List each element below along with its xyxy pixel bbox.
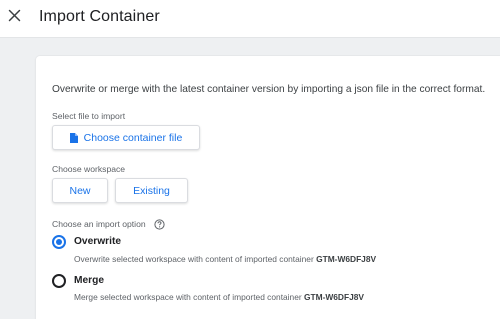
left-rail — [0, 39, 36, 319]
overwrite-option-title: Overwrite — [74, 236, 121, 247]
import-card: Overwrite or merge with the latest conta… — [36, 56, 500, 319]
header-bar: Import Container — [0, 0, 500, 38]
file-icon — [69, 132, 78, 143]
import-description: Overwrite or merge with the latest conta… — [52, 84, 486, 95]
import-option-label: Choose an import option — [52, 219, 146, 229]
merge-description-text: Merge selected workspace with content of… — [74, 292, 302, 302]
select-file-label: Select file to import — [52, 111, 126, 121]
existing-workspace-button[interactable]: Existing — [115, 178, 188, 203]
merge-container-id: GTM-W6DFJ8V — [303, 292, 364, 302]
choose-container-file-label: Choose container file — [83, 131, 183, 144]
close-icon[interactable] — [5, 6, 25, 26]
choose-container-file-button[interactable]: Choose container file — [52, 125, 200, 150]
merge-option-description: Merge selected workspace with content of… — [74, 292, 364, 302]
overwrite-container-id: GTM-W6DFJ8V — [316, 254, 377, 264]
help-circle-icon[interactable] — [154, 219, 165, 230]
overwrite-option-description: Overwrite selected workspace with conten… — [74, 254, 376, 264]
new-workspace-button[interactable]: New — [52, 178, 108, 203]
overwrite-radio[interactable] — [52, 235, 66, 249]
overwrite-description-text: Overwrite selected workspace with conten… — [74, 254, 314, 264]
merge-option-title: Merge — [74, 275, 105, 286]
merge-radio[interactable] — [52, 274, 66, 288]
page-title: Import Container — [39, 8, 160, 25]
workspace-label: Choose workspace — [52, 164, 126, 174]
